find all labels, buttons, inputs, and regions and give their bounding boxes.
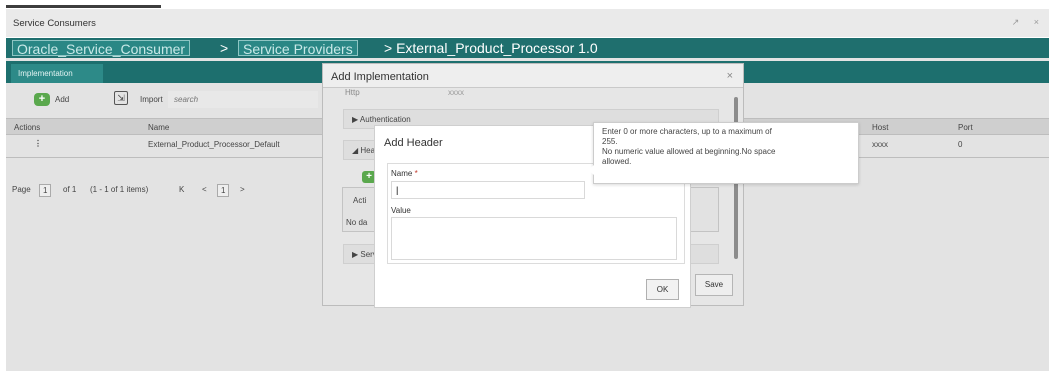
breadcrumb-consumer[interactable]: Oracle_Service_Consumer bbox=[12, 40, 191, 57]
page-label: Page bbox=[12, 185, 31, 194]
dialog-title: Add Implementation bbox=[331, 71, 429, 83]
save-button[interactable]: Save bbox=[695, 274, 733, 296]
name-label: Name * bbox=[391, 169, 418, 178]
window-controls-icon[interactable]: ↗ × bbox=[1012, 17, 1045, 28]
breadcrumb-providers[interactable]: Service Providers bbox=[238, 40, 358, 57]
plus-icon: + bbox=[34, 93, 50, 106]
breadcrumb-separator: > bbox=[220, 40, 229, 56]
name-input[interactable] bbox=[391, 181, 585, 199]
row-actions-icon[interactable]: ⋮ bbox=[34, 139, 42, 148]
breadcrumb: Oracle_Service_Consumer > Service Provid… bbox=[6, 38, 1049, 58]
top-strip bbox=[0, 0, 1049, 8]
value-label: Value bbox=[391, 206, 411, 215]
page-input[interactable]: 1 bbox=[39, 184, 52, 197]
current-page-button[interactable]: 1 bbox=[217, 184, 230, 197]
ok-button[interactable]: OK bbox=[646, 279, 679, 300]
headers-table-empty: No da bbox=[346, 218, 368, 227]
dialog-header: Add Implementation × bbox=[323, 64, 743, 88]
headers-table-action-column: Acti bbox=[353, 196, 367, 205]
column-actions[interactable]: Actions bbox=[14, 123, 40, 132]
add-header-title: Add Header bbox=[384, 137, 443, 149]
prev-page-icon[interactable]: < bbox=[202, 185, 207, 194]
search-input[interactable] bbox=[168, 91, 318, 108]
import-icon: ⇲ bbox=[114, 91, 128, 105]
row-port: 0 bbox=[958, 140, 963, 149]
tab-implementation[interactable]: Implementation bbox=[11, 64, 103, 83]
partial-protocol-label: Http bbox=[345, 88, 360, 97]
required-marker: * bbox=[414, 169, 418, 178]
value-textarea[interactable] bbox=[391, 217, 677, 260]
row-name: External_Product_Processor_Default bbox=[148, 140, 280, 149]
tooltip-arrow bbox=[588, 165, 594, 175]
close-icon[interactable]: × bbox=[727, 70, 733, 82]
items-count: (1 - 1 of 1 items) bbox=[90, 185, 149, 194]
import-label: Import bbox=[140, 95, 163, 104]
tooltip-line-1: Enter 0 or more characters, up to a maxi… bbox=[602, 127, 772, 136]
tooltip-line-3: No numeric value allowed at beginning.No… bbox=[602, 147, 776, 156]
name-field-tooltip: Enter 0 or more characters, up to a maxi… bbox=[588, 122, 859, 184]
active-tab-indicator bbox=[6, 5, 161, 8]
breadcrumb-current: > External_Product_Processor 1.0 bbox=[384, 40, 598, 56]
window-titlebar: Service Consumers ↗ × bbox=[6, 9, 1049, 37]
tooltip-line-2: 255. bbox=[602, 137, 618, 146]
page-of-label: of 1 bbox=[63, 185, 77, 194]
partial-host-value: xxxx bbox=[448, 88, 464, 97]
next-page-icon[interactable]: > bbox=[240, 185, 245, 194]
row-host: xxxx bbox=[872, 140, 888, 149]
column-name[interactable]: Name bbox=[148, 123, 169, 132]
column-port[interactable]: Port bbox=[958, 123, 973, 132]
add-label: Add bbox=[55, 95, 70, 104]
column-host[interactable]: Host bbox=[872, 123, 888, 132]
window-title: Service Consumers bbox=[13, 18, 96, 29]
tooltip-line-4: allowed. bbox=[602, 157, 632, 166]
first-page-icon[interactable]: K bbox=[179, 185, 184, 194]
